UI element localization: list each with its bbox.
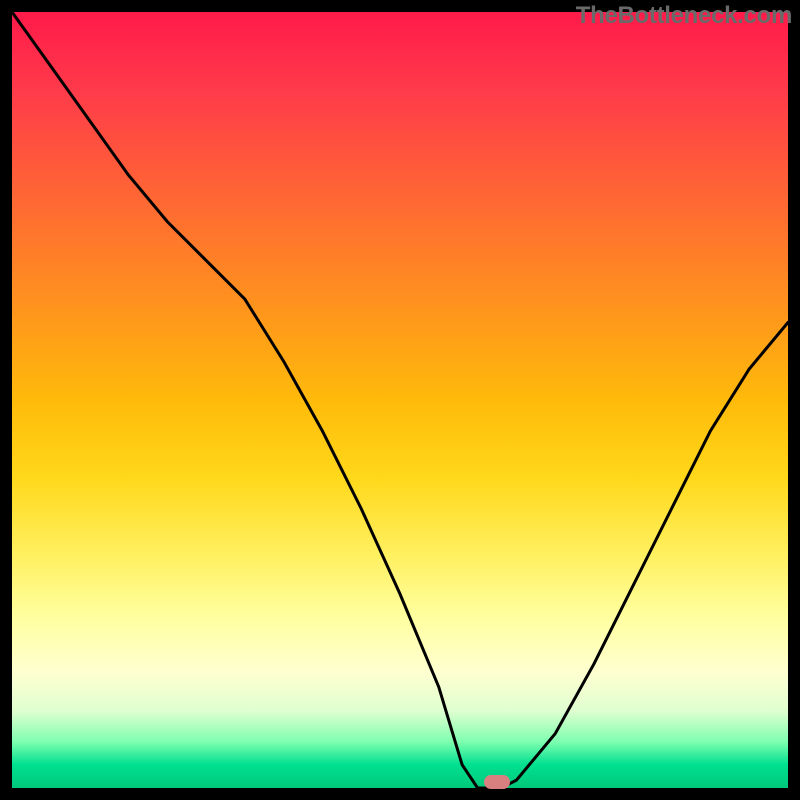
bottleneck-curve bbox=[12, 12, 788, 788]
optimum-marker bbox=[484, 775, 510, 789]
chart-plot-area bbox=[12, 12, 788, 788]
watermark-text: TheBottleneck.com bbox=[576, 2, 792, 30]
